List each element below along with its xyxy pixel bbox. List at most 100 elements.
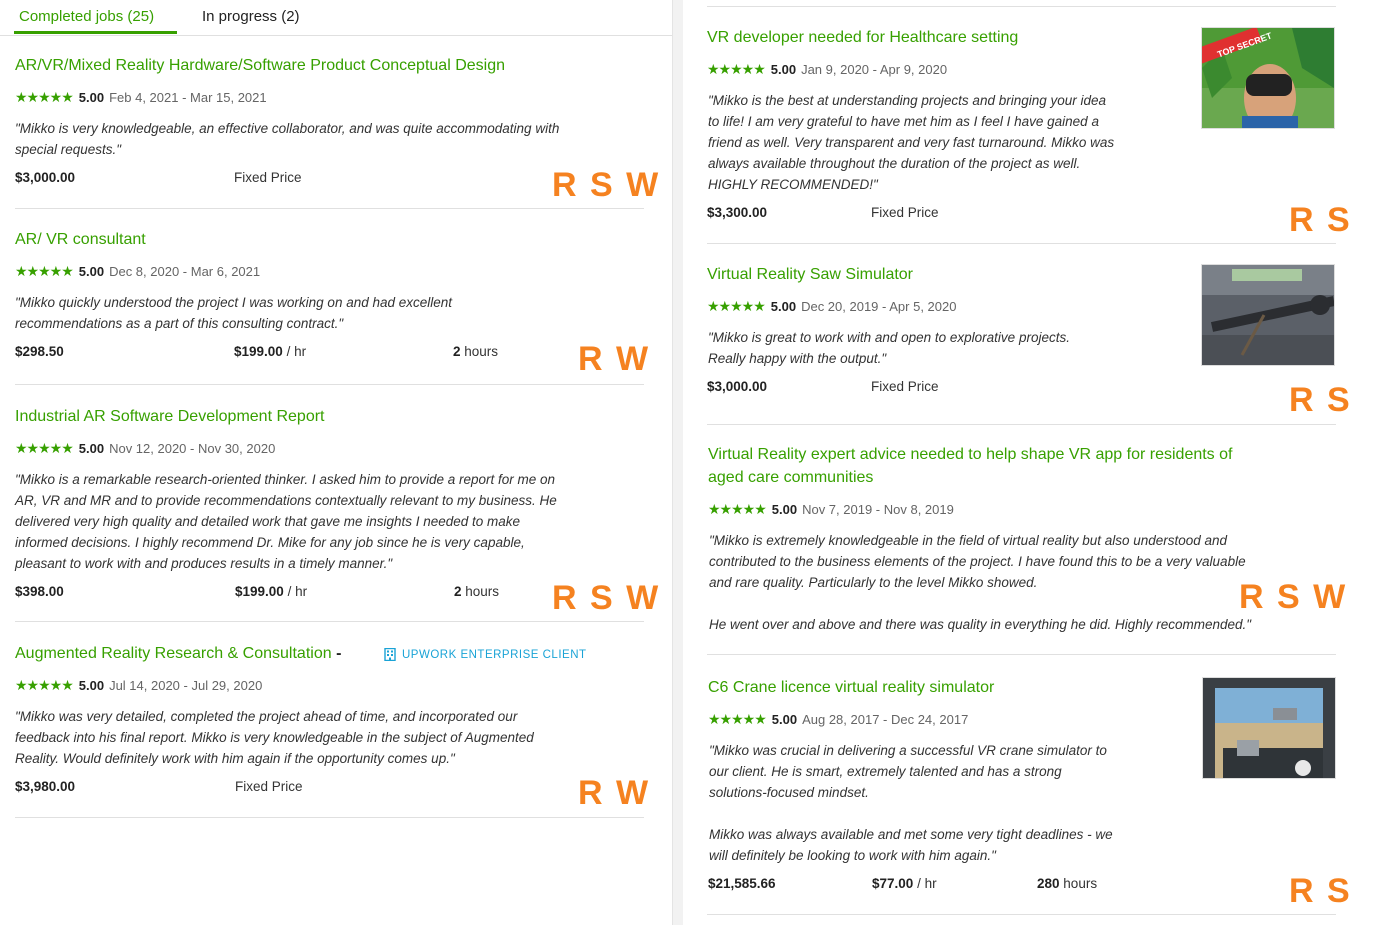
client-feedback: "Mikko was very detailed, completed the … (15, 706, 655, 769)
job-dates: Nov 7, 2019 - Nov 8, 2019 (802, 502, 954, 517)
job-dates: Dec 20, 2019 - Apr 5, 2020 (801, 299, 957, 314)
job-title-line: aged care communities (708, 469, 874, 486)
feedback-line: feedback into his final report. Mikko is… (15, 730, 534, 745)
client-feedback-continued: He went over and above and there was qua… (709, 617, 1252, 632)
divider (707, 914, 1336, 915)
feedback-line: Reality. Would definitely work with him … (15, 751, 455, 766)
divider (15, 621, 644, 622)
price-type: Fixed Price (234, 170, 302, 185)
client-feedback: "Mikko quickly understood the project I … (15, 292, 655, 334)
feedback-line: to life! I am very grateful to have met … (708, 114, 1099, 129)
portfolio-thumbnail-crane-simulator[interactable] (1202, 677, 1336, 779)
job-title[interactable]: Virtual Reality Saw Simulator (707, 263, 913, 286)
rating-stars-icon: ★★★★★ (15, 440, 74, 456)
portfolio-thumbnail-vr-headset[interactable]: TOP SECRET (1201, 27, 1335, 129)
completed-jobs-panel: Completed jobs (25) In progress (2) AR/V… (0, 0, 672, 925)
job-dates: Feb 4, 2021 - Mar 15, 2021 (109, 90, 267, 105)
rating-stars-icon: ★★★★★ (707, 61, 766, 77)
divider (707, 424, 1336, 425)
vr-headset-image (1202, 28, 1334, 128)
feedback-line: HIGHLY RECOMMENDED!" (708, 177, 878, 192)
active-tab-indicator (14, 31, 177, 34)
feedback-line: contributed to the business elements of … (709, 554, 1246, 569)
rating-value: 5.00 (771, 712, 798, 727)
rating-value: 5.00 (78, 678, 105, 693)
client-feedback: "Mikko is the best at understanding proj… (708, 90, 1188, 195)
tab-in-progress[interactable]: In progress (2) (202, 8, 300, 25)
feedback-line: "Mikko is extremely knowledgeable in the… (709, 533, 1228, 548)
job-earnings: $298.50 (15, 344, 64, 359)
client-feedback: "Mikko was crucial in delivering a succe… (709, 740, 1189, 803)
feedback-line: "Mikko is a remarkable research-oriented… (15, 472, 556, 487)
job-earnings: $3,300.00 (707, 205, 768, 220)
divider (15, 817, 644, 818)
tab-completed-jobs[interactable]: Completed jobs (25) (19, 8, 154, 25)
client-feedback: "Mikko is very knowledgeable, an effecti… (15, 118, 655, 160)
enterprise-client-badge: UPWORK ENTERPRISE CLIENT (384, 648, 587, 661)
divider (15, 208, 644, 209)
hours-worked: 2 hours (453, 344, 499, 359)
job-earnings: $3,000.00 (707, 379, 768, 394)
feedback-line: delivered very high quality and detailed… (15, 514, 521, 529)
feedback-line: Really happy with the output." (708, 351, 887, 366)
job-meta: ★★★★★ 5.00 Nov 12, 2020 - Nov 30, 2020 (15, 440, 275, 457)
job-meta: ★★★★★ 5.00 Dec 8, 2020 - Mar 6, 2021 (15, 263, 260, 280)
job-title[interactable]: C6 Crane licence virtual reality simulat… (708, 676, 994, 699)
feedback-line: always available throughout the duration… (708, 156, 1081, 171)
feedback-line: solutions-focused mindset. (709, 785, 869, 800)
job-title[interactable]: VR developer needed for Healthcare setti… (707, 26, 1018, 49)
divider (707, 243, 1336, 244)
panel-divider (672, 0, 683, 925)
job-earnings: $3,000.00 (15, 170, 76, 185)
rating-stars-icon: ★★★★★ (708, 501, 767, 517)
crane-simulator-image (1203, 678, 1335, 778)
enterprise-label: UPWORK ENTERPRISE CLIENT (402, 648, 587, 661)
client-feedback-continued: Mikko was always available and met some … (709, 824, 1189, 866)
job-title[interactable]: Industrial AR Software Development Repor… (15, 405, 324, 428)
rating-value: 5.00 (78, 441, 105, 456)
job-dates: Jul 14, 2020 - Jul 29, 2020 (109, 678, 263, 693)
job-meta: ★★★★★ 5.00 Jan 9, 2020 - Apr 9, 2020 (707, 61, 947, 78)
divider (15, 384, 644, 385)
rating-value: 5.00 (770, 299, 797, 314)
job-dates: Dec 8, 2020 - Mar 6, 2021 (109, 264, 261, 279)
job-earnings: $3,980.00 (15, 779, 76, 794)
portfolio-thumbnail-saw-simulator[interactable] (1201, 264, 1335, 366)
job-tabs: Completed jobs (25) In progress (2) (0, 0, 672, 36)
hourly-rate: $199.00 / hr (235, 584, 308, 599)
price-type: Fixed Price (871, 205, 939, 220)
rating-stars-icon: ★★★★★ (708, 711, 767, 727)
skill-tags: R S W (1239, 578, 1348, 616)
rating-value: 5.00 (78, 90, 105, 105)
rating-value: 5.00 (771, 502, 798, 517)
job-history-panel-right: VR developer needed for Healthcare setti… (683, 0, 1377, 925)
skill-tags: R S (1289, 872, 1352, 910)
price-type: Fixed Price (235, 779, 303, 794)
skill-tags: R W (578, 774, 651, 812)
divider (707, 6, 1336, 7)
client-feedback: "Mikko is a remarkable research-oriented… (15, 469, 655, 574)
rating-value: 5.00 (78, 264, 105, 279)
price-type: Fixed Price (871, 379, 939, 394)
job-dates: Jan 9, 2020 - Apr 9, 2020 (801, 62, 948, 77)
job-meta: ★★★★★ 5.00 Nov 7, 2019 - Nov 8, 2019 (708, 501, 954, 518)
feedback-line: pleasant to work with and produces resul… (15, 556, 393, 571)
feedback-line: Mikko was always available and met some … (709, 827, 1113, 842)
client-feedback: "Mikko is great to work with and open to… (708, 327, 1188, 369)
rating-stars-icon: ★★★★★ (707, 298, 766, 314)
job-dates: Nov 12, 2020 - Nov 30, 2020 (109, 441, 276, 456)
feedback-line: "Mikko is very knowledgeable, an effecti… (15, 121, 560, 136)
job-meta: ★★★★★ 5.00 Aug 28, 2017 - Dec 24, 2017 (708, 711, 968, 728)
hourly-rate: $77.00 / hr (872, 876, 937, 891)
job-title[interactable]: AR/VR/Mixed Reality Hardware/Software Pr… (15, 54, 505, 77)
skill-tags: R W (578, 340, 651, 378)
job-title[interactable]: Virtual Reality expert advice needed to … (708, 443, 1328, 489)
rating-value: 5.00 (770, 62, 797, 77)
job-meta: ★★★★★ 5.00 Dec 20, 2019 - Apr 5, 2020 (707, 298, 956, 315)
job-title[interactable]: Augmented Reality Research & Consultatio… (15, 645, 332, 662)
job-title[interactable]: AR/ VR consultant (15, 228, 146, 251)
job-meta: ★★★★★ 5.00 Feb 4, 2021 - Mar 15, 2021 (15, 89, 267, 106)
saw-simulator-image (1202, 265, 1334, 365)
feedback-line: our client. He is smart, extremely talen… (709, 764, 1062, 779)
skill-tags: R S W (552, 166, 661, 204)
